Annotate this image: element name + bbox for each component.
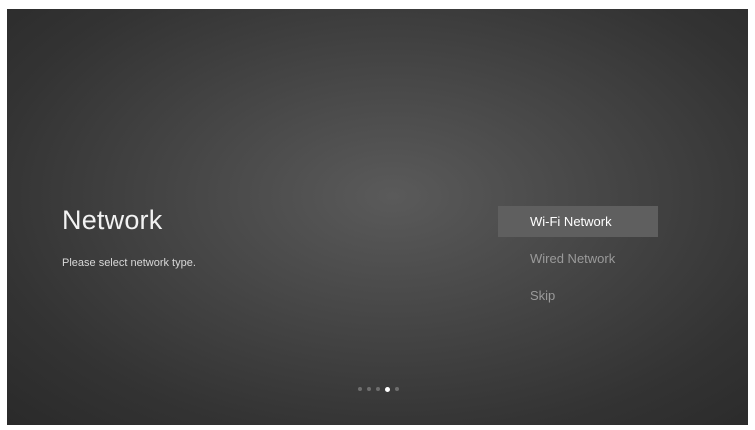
page-title: Network bbox=[62, 205, 163, 235]
step-dot bbox=[376, 387, 380, 391]
page-subtitle: Please select network type. bbox=[62, 257, 196, 269]
wifi-network-option[interactable]: Wi-Fi Network bbox=[498, 206, 658, 237]
network-type-menu: Wi-Fi Network Wired Network Skip bbox=[498, 206, 658, 317]
step-indicator bbox=[358, 386, 399, 392]
step-dot bbox=[395, 387, 399, 391]
step-dot bbox=[367, 387, 371, 391]
step-dot-active bbox=[385, 386, 390, 392]
setup-screen: Network Please select network type. Wi-F… bbox=[7, 9, 748, 425]
step-dot bbox=[358, 387, 362, 391]
skip-option[interactable]: Skip bbox=[498, 280, 658, 311]
wired-network-option[interactable]: Wired Network bbox=[498, 243, 658, 274]
